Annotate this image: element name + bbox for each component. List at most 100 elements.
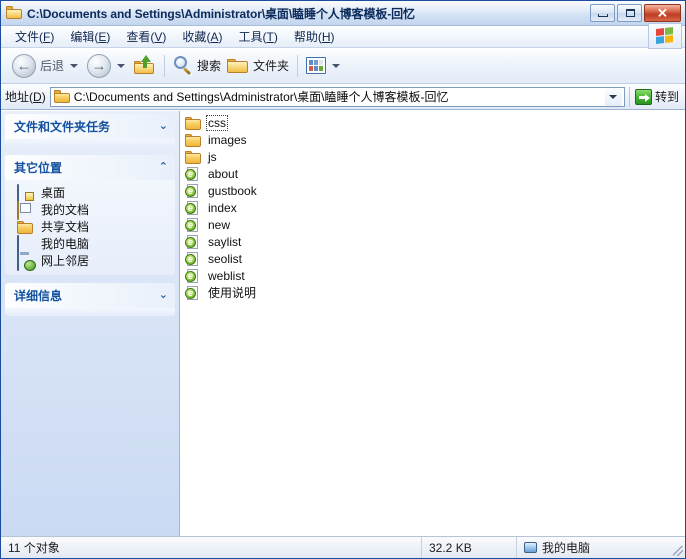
my-computer-icon: [524, 542, 537, 553]
sidebar-item-my-documents-label: 我的文档: [41, 203, 90, 217]
menu-help[interactable]: 帮助(H): [286, 26, 343, 47]
close-button[interactable]: ✕: [644, 4, 681, 22]
menu-favorites[interactable]: 收藏(A): [174, 26, 230, 47]
forward-history-caret-icon[interactable]: [117, 63, 126, 68]
sidebar-item-network-places[interactable]: 网上邻居: [5, 251, 175, 271]
address-input[interactable]: C:\Documents and Settings\Administrator\…: [49, 86, 625, 107]
menu-edit[interactable]: 编辑(E): [62, 26, 118, 47]
list-item[interactable]: e saylist: [180, 233, 685, 250]
menu-file[interactable]: 文件(F): [7, 26, 62, 47]
sidebar-item-my-computer[interactable]: 我的电脑: [5, 234, 175, 254]
search-icon: [173, 55, 193, 76]
list-item[interactable]: e new: [180, 216, 685, 233]
list-item-label: weblist: [208, 268, 245, 283]
list-item[interactable]: e weblist: [180, 267, 685, 284]
panel-file-folder-tasks-header[interactable]: 文件和文件夹任务 ⌄: [5, 114, 175, 139]
address-path-text: C:\Documents and Settings\Administrator\…: [73, 90, 449, 104]
panel-details-header[interactable]: 详细信息 ⌄: [5, 283, 175, 308]
ie-document-icon: e: [185, 234, 202, 250]
menu-tools-accel: T: [266, 30, 274, 44]
sidebar-item-my-computer-label: 我的电脑: [41, 237, 90, 251]
views-icon: [306, 57, 327, 74]
chevron-up-icon: ⌃: [158, 161, 168, 173]
panel-other-places-title: 其它位置: [14, 161, 63, 175]
list-item-label: 使用说明: [208, 285, 257, 300]
list-item-label: css: [206, 114, 228, 131]
back-arrow-icon: ←: [12, 53, 36, 78]
maximize-button[interactable]: [617, 4, 642, 22]
list-item-label: index: [208, 200, 237, 215]
sidebar-item-my-documents[interactable]: 我的文档: [5, 200, 175, 220]
panel-file-folder-tasks-body: [5, 139, 175, 147]
list-item[interactable]: e 使用说明: [180, 284, 685, 301]
search-label: 搜索: [197, 59, 222, 73]
minimize-button[interactable]: [590, 4, 615, 22]
up-button[interactable]: [131, 51, 159, 81]
address-dropdown-button[interactable]: [604, 87, 622, 106]
list-item[interactable]: e gustbook: [180, 182, 685, 199]
panel-file-folder-tasks-title: 文件和文件夹任务: [14, 120, 111, 134]
sidebar-item-desktop[interactable]: 桌面: [5, 183, 175, 203]
chevron-down-icon: [609, 94, 618, 99]
ie-document-icon: e: [185, 183, 202, 199]
address-label: 地址(D): [5, 90, 46, 104]
menu-file-label: 文件: [15, 30, 40, 44]
back-button[interactable]: ← 后退: [9, 51, 67, 81]
resize-grip[interactable]: [671, 537, 685, 558]
views-caret-icon[interactable]: [332, 63, 341, 68]
panel-other-places-header[interactable]: 其它位置 ⌃: [5, 155, 175, 180]
list-item[interactable]: e index: [180, 199, 685, 216]
go-arrow-icon: [634, 88, 652, 105]
list-item-label: saylist: [208, 234, 242, 249]
go-button[interactable]: 转到: [634, 88, 683, 105]
folders-icon: [227, 57, 249, 75]
menu-view-label: 查看: [126, 30, 151, 44]
folders-label: 文件夹: [253, 59, 290, 73]
ie-document-icon: e: [185, 166, 202, 182]
folder-icon: [185, 149, 202, 165]
folders-button[interactable]: 文件夹: [224, 51, 292, 81]
list-item[interactable]: images: [180, 131, 685, 148]
shared-documents-icon: [17, 219, 34, 235]
back-history-caret-icon[interactable]: [70, 63, 79, 68]
window-title: C:\Documents and Settings\Administrator\…: [27, 6, 415, 21]
menu-view[interactable]: 查看(V): [118, 26, 174, 47]
menu-edit-accel: E: [98, 30, 107, 44]
ie-document-icon: e: [185, 268, 202, 284]
address-label-text: 地址: [5, 90, 30, 104]
window-controls: ✕: [590, 4, 681, 22]
list-item-label: images: [208, 132, 247, 147]
menu-help-accel: H: [321, 30, 331, 44]
menu-favorites-accel: A: [210, 30, 219, 44]
sidebar-item-shared-documents[interactable]: 共享文档: [5, 218, 175, 235]
panel-details-title: 详细信息: [14, 289, 63, 303]
folder-icon: [6, 6, 22, 20]
menu-bar: 文件(F) 编辑(E) 查看(V) 收藏(A) 工具(T) 帮助(H): [1, 23, 685, 49]
list-item[interactable]: e seolist: [180, 250, 685, 267]
list-item-label: new: [208, 217, 231, 232]
search-button[interactable]: 搜索: [170, 51, 224, 81]
panel-other-places: 其它位置 ⌃ 桌面 我的文档 共享文档 我的电脑 网上邻居: [5, 155, 175, 275]
ie-document-icon: e: [185, 200, 202, 216]
list-item[interactable]: js: [180, 148, 685, 165]
content-area: 文件和文件夹任务 ⌄ 其它位置 ⌃ 桌面 我的文档 共享文档 我的电脑 网上邻居…: [1, 110, 685, 536]
views-button[interactable]: [303, 51, 329, 81]
list-item-label: seolist: [208, 251, 243, 266]
back-label: 后退: [40, 59, 65, 73]
file-list[interactable]: css images js e about e gustbook e index…: [180, 111, 685, 536]
status-bar: 11 个对象 32.2 KB 我的电脑: [1, 536, 685, 558]
menu-tools-label: 工具: [238, 30, 263, 44]
list-item[interactable]: css: [180, 114, 685, 131]
menu-tools[interactable]: 工具(T): [230, 26, 285, 47]
folder-icon: [53, 90, 70, 103]
forward-button[interactable]: →: [84, 51, 114, 81]
ie-document-icon: e: [185, 285, 202, 301]
windows-flag-icon[interactable]: [648, 23, 682, 49]
status-total-size: 32.2 KB: [421, 537, 516, 558]
list-item[interactable]: e about: [180, 165, 685, 182]
folder-icon: [185, 115, 202, 131]
panel-details: 详细信息 ⌄: [5, 283, 175, 316]
go-label: 转到: [654, 90, 679, 104]
list-item-label: js: [208, 149, 217, 164]
sidebar-item-shared-documents-label: 共享文档: [41, 220, 90, 234]
